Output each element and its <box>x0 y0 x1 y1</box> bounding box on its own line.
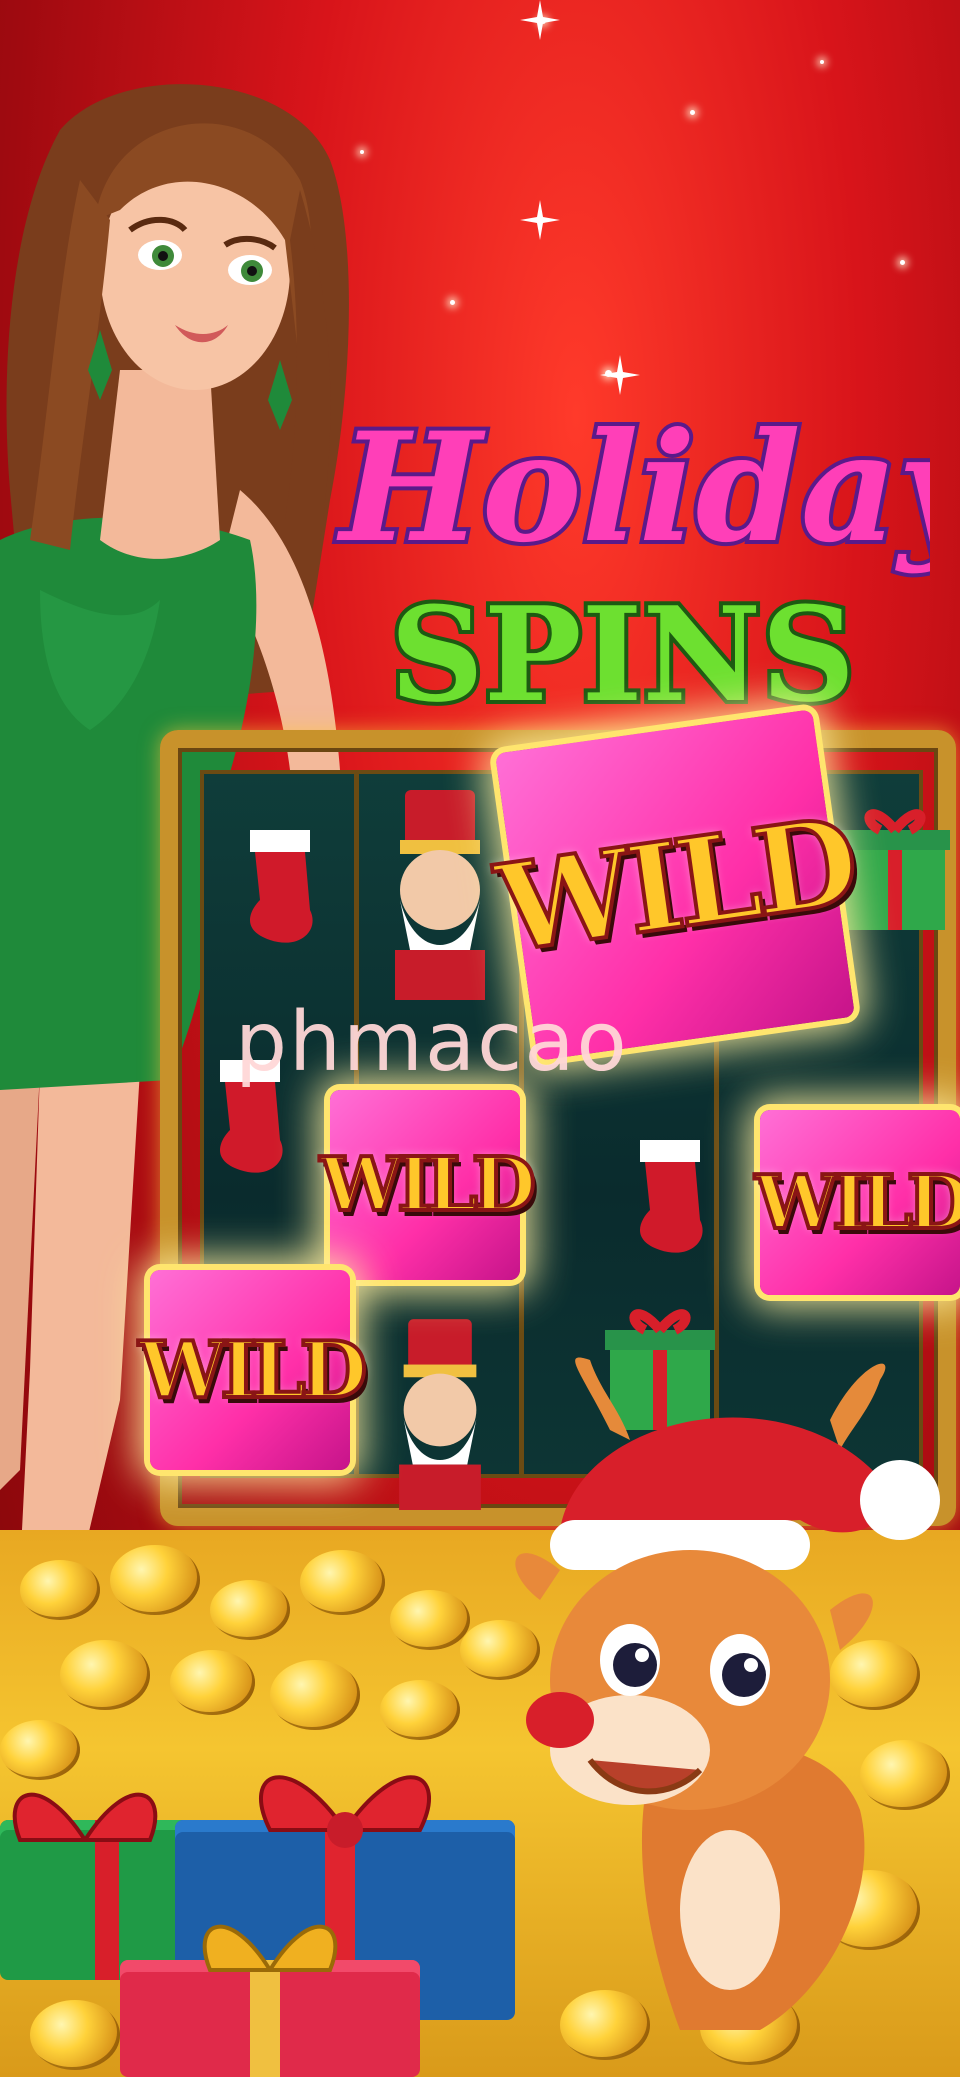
stocking-icon <box>640 1140 703 1253</box>
nutcracker-icon <box>395 790 485 1000</box>
reindeer-character <box>515 1357 940 2030</box>
game-logo: Holiday SPINS <box>332 396 930 735</box>
watermark-text: phmacao <box>235 995 629 1090</box>
sparkle-star-icon <box>520 0 560 40</box>
bow-icon <box>202 1924 338 1972</box>
wild-label: WILD <box>137 1323 370 1418</box>
wild-symbol: WILD <box>137 1270 369 1470</box>
bow-icon <box>259 1775 431 1848</box>
stocking-icon <box>250 830 313 943</box>
logo-title-spins: SPINS <box>390 578 855 731</box>
bow-icon <box>12 1792 158 1842</box>
nutcracker-icon <box>399 1319 481 1510</box>
wild-symbol: WILD <box>318 1090 538 1280</box>
logo-title-holiday: Holiday <box>336 400 930 576</box>
sparkle-star-icon <box>520 200 560 240</box>
wild-label: WILD <box>753 1158 960 1248</box>
wild-label: WILD <box>318 1140 538 1230</box>
wild-label: WILD <box>487 788 863 981</box>
game-splash-screen: Holiday SPINS WILD WILD WILD WILD phmaca… <box>0 0 960 2077</box>
wild-symbol: WILD <box>753 1110 960 1295</box>
